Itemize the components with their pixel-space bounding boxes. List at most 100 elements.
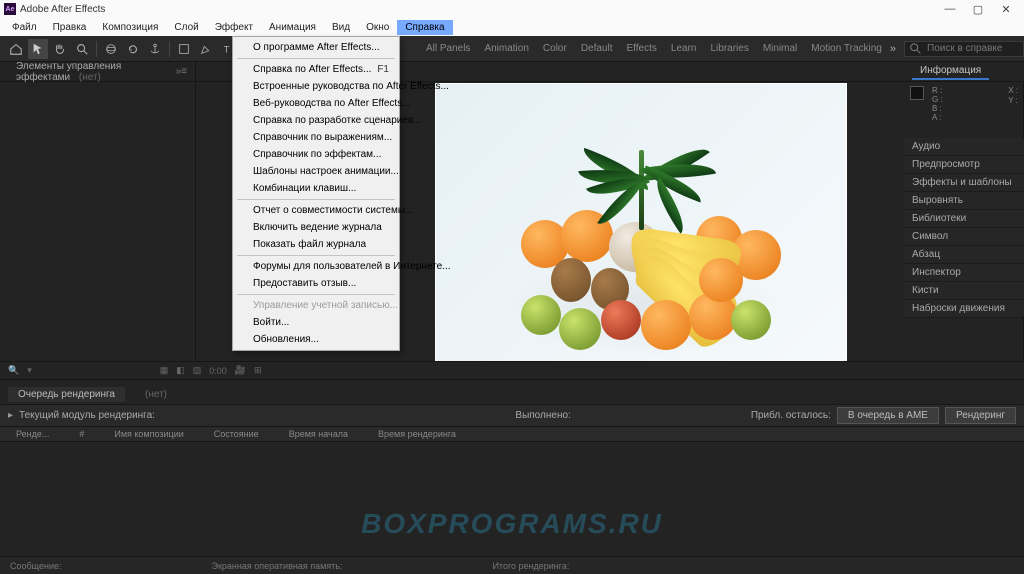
help-search-input[interactable]: Поиск в справке [904, 41, 1024, 57]
help-menu-item[interactable]: Показать файл журнала [233, 236, 399, 253]
panel-menu-icon[interactable]: »≡ [176, 66, 187, 77]
render-queue-tab[interactable]: Очередь рендеринга [8, 387, 125, 402]
workspace-color[interactable]: Color [543, 43, 567, 54]
menu-справка[interactable]: Справка [397, 20, 452, 35]
menu-bar: ФайлПравкаКомпозицияСлойЭффектАнимацияВи… [0, 18, 1024, 36]
help-menu-item[interactable]: Обновления... [233, 331, 399, 348]
help-menu-item[interactable]: Веб-руководства по After Effects... [233, 95, 399, 112]
help-menu-item[interactable]: Войти... [233, 314, 399, 331]
help-menu-item[interactable]: Справка по разработке сценариев... [233, 112, 399, 129]
anchor-tool-icon[interactable] [145, 39, 165, 59]
side-panel-Выровнять[interactable]: Выровнять [904, 192, 1024, 210]
side-panel-Аудио[interactable]: Аудио [904, 138, 1024, 156]
composition-tab[interactable] [204, 64, 223, 79]
side-panel-Наброски движения[interactable]: Наброски движения [904, 300, 1024, 318]
pen-tool-icon[interactable] [196, 39, 216, 59]
close-button[interactable]: ✕ [992, 3, 1020, 16]
home-icon[interactable] [6, 39, 26, 59]
side-panel-Предпросмотр[interactable]: Предпросмотр [904, 156, 1024, 174]
workspace-default[interactable]: Default [581, 43, 613, 54]
hand-tool-icon[interactable] [50, 39, 70, 59]
transparency-icon[interactable]: ▨ [193, 365, 202, 376]
menu-файл[interactable]: Файл [4, 20, 45, 35]
help-menu-dropdown: О программе After Effects... Справка по A… [232, 36, 400, 351]
minimize-button[interactable]: — [936, 3, 964, 15]
y-label: Y : [1008, 96, 1018, 106]
info-panel: R :G :B :A : X : Y : [904, 82, 1024, 126]
zoom-tool-icon[interactable] [72, 39, 92, 59]
help-menu-item[interactable]: Шаблоны настроек анимации... [233, 163, 399, 180]
magnify-icon[interactable]: 🔍 [8, 365, 19, 376]
resolution-dropdown[interactable]: ▾ [27, 365, 32, 376]
workspace: Элементы управления эффектами (нет) »≡ ≡ [0, 62, 1024, 360]
selection-tool-icon[interactable] [28, 39, 48, 59]
help-menu-item[interactable]: Справочник по эффектам... [233, 146, 399, 163]
help-menu-item[interactable]: Включить ведение журнала [233, 219, 399, 236]
menu-окно[interactable]: Окно [358, 20, 397, 35]
help-menu-item[interactable]: Справка по After Effects...F1 [233, 61, 399, 78]
workspace-learn[interactable]: Learn [671, 43, 697, 54]
workspace-minimal[interactable]: Minimal [763, 43, 797, 54]
render-button[interactable]: Рендеринг [945, 407, 1016, 424]
menu-эффект[interactable]: Эффект [207, 20, 261, 35]
render-col: Состояние [214, 429, 259, 439]
lower-area: 🔍 ▾ ▦ ◧ ▨ 0:00 🎥 ⊞ Очередь рендеринга (н… [0, 361, 1024, 574]
queue-ame-button[interactable]: В очередь в AME [837, 407, 939, 424]
footer-field: Сообщение: [10, 561, 61, 571]
help-menu-item[interactable]: Комбинации клавиш... [233, 180, 399, 197]
side-panel-Символ[interactable]: Символ [904, 228, 1024, 246]
workspace-effects[interactable]: Effects [627, 43, 657, 54]
side-panel-Эффекты и шаблоны[interactable]: Эффекты и шаблоны [904, 174, 1024, 192]
side-panel-Абзац[interactable]: Абзац [904, 246, 1024, 264]
workspace-libraries[interactable]: Libraries [710, 43, 748, 54]
menu-вид[interactable]: Вид [324, 20, 358, 35]
search-icon [909, 42, 923, 56]
effect-controls-tab[interactable]: Элементы управления эффектами (нет) [8, 59, 176, 85]
render-queue-columns: Ренде...#Имя композицииСостояниеВремя на… [0, 426, 1024, 442]
view-options-icon[interactable]: ⊞ [254, 365, 262, 376]
menu-правка[interactable]: Правка [45, 20, 95, 35]
footer-field: Итого рендеринга: [492, 561, 569, 571]
menu-слой[interactable]: Слой [166, 20, 206, 35]
none-tab[interactable]: (нет) [135, 387, 177, 402]
color-swatch [910, 86, 924, 100]
search-placeholder: Поиск в справке [927, 43, 1002, 54]
window-titlebar: Ae Adobe After Effects — ▢ ✕ [0, 0, 1024, 18]
right-panel-stack: Информация R :G :B :A : X : Y : АудиоПре… [904, 62, 1024, 318]
help-menu-item[interactable]: Встроенные руководства по After Effects.… [233, 78, 399, 95]
workspace-animation[interactable]: Animation [484, 43, 528, 54]
help-menu-item[interactable]: Справочник по выражениям... [233, 129, 399, 146]
grid-icon[interactable]: ▦ [160, 365, 169, 376]
help-menu-item[interactable]: Отчет о совместимости системы... [233, 202, 399, 219]
app-logo-icon: Ae [4, 3, 16, 15]
window-title: Adobe After Effects [20, 4, 936, 15]
disclosure-icon[interactable]: ▸ [8, 410, 13, 421]
shape-tool-icon[interactable] [174, 39, 194, 59]
remaining-label: Прибл. осталось: [751, 410, 831, 421]
workspace-motion-tracking[interactable]: Motion Tracking [811, 43, 882, 54]
side-panel-Кисти[interactable]: Кисти [904, 282, 1024, 300]
svg-text:T: T [224, 44, 230, 55]
camera-icon[interactable]: 🎥 [235, 365, 246, 376]
maximize-button[interactable]: ▢ [964, 3, 992, 16]
rotate-tool-icon[interactable] [123, 39, 143, 59]
timecode-display[interactable]: 0:00 [209, 366, 227, 376]
help-menu-item[interactable]: О программе After Effects... [233, 39, 399, 56]
orbit-tool-icon[interactable] [101, 39, 121, 59]
workspace-overflow-icon[interactable]: » [890, 43, 904, 55]
workspace-all-panels[interactable]: All Panels [426, 43, 470, 54]
effect-controls-panel: Элементы управления эффектами (нет) »≡ [0, 62, 196, 360]
side-panel-Библиотеки[interactable]: Библиотеки [904, 210, 1024, 228]
viewer-image[interactable] [436, 84, 846, 394]
info-panel-tab[interactable]: Информация [912, 63, 989, 80]
help-menu-item[interactable]: Предоставить отзыв... [233, 275, 399, 292]
help-menu-item[interactable]: Форумы для пользователей в Интернете... [233, 258, 399, 275]
status-footer: Сообщение: Экранная оперативная память: Ит… [0, 556, 1024, 574]
render-col: Время начала [289, 429, 348, 439]
render-queue-header: ▸ Текущий модуль рендеринга: Выполнено: … [0, 404, 1024, 426]
footer-field: Экранная оперативная память: [211, 561, 342, 571]
menu-композиция[interactable]: Композиция [94, 20, 166, 35]
channel-icon[interactable]: ◧ [176, 365, 185, 376]
side-panel-Инспектор[interactable]: Инспектор [904, 264, 1024, 282]
menu-анимация[interactable]: Анимация [261, 20, 324, 35]
